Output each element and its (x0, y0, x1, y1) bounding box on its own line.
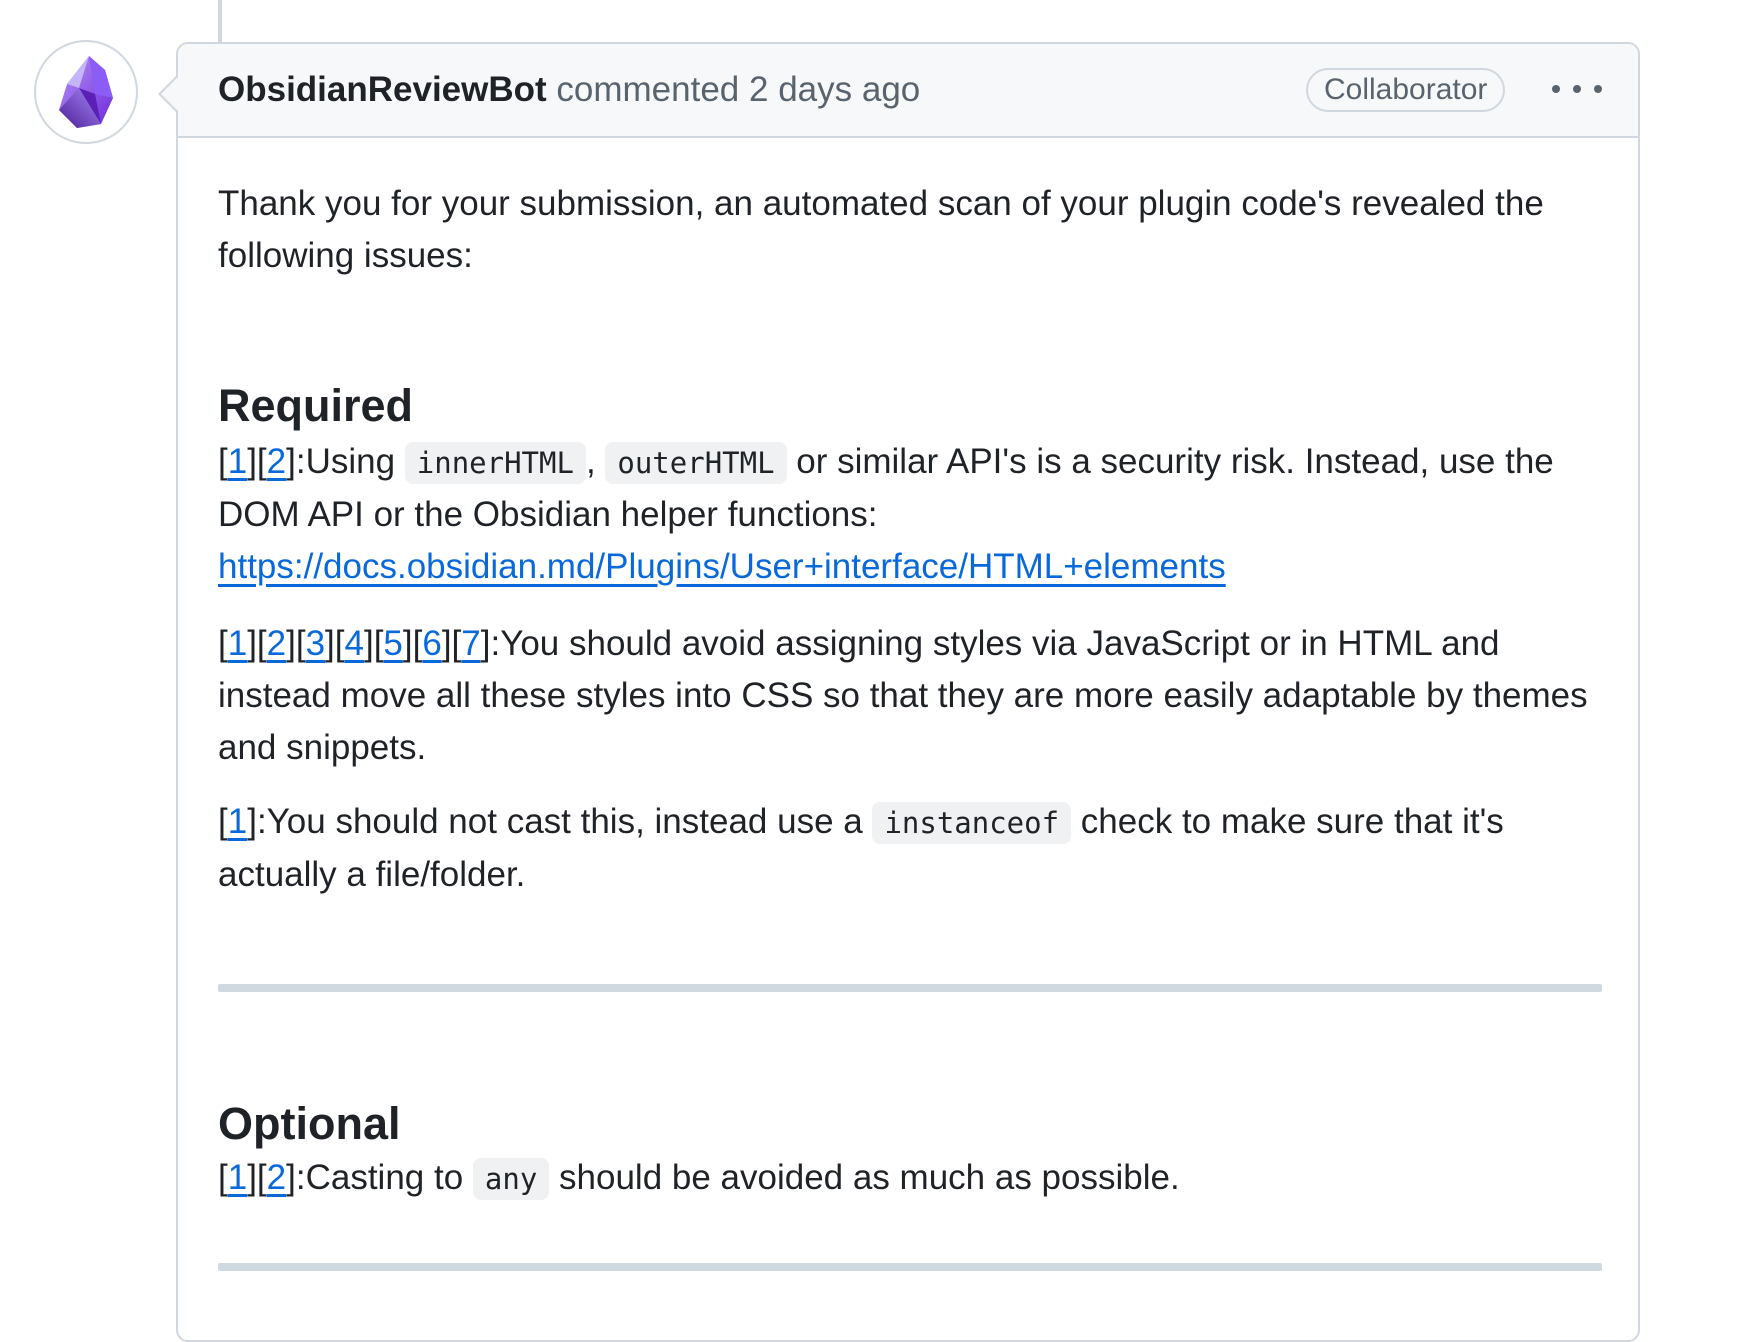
optional-heading: Optional (218, 1098, 401, 1149)
required-heading: Required (218, 380, 414, 431)
inline-code: any (472, 1158, 550, 1200)
avatar[interactable] (34, 40, 138, 144)
optional-item-1: [1][2]:Casting to any should be avoided … (218, 1152, 1602, 1205)
kebab-menu-icon[interactable] (1552, 74, 1602, 104)
ref-link[interactable]: 1 (228, 802, 247, 841)
ref-link[interactable]: 4 (345, 624, 364, 663)
inline-code: outerHTML (605, 442, 787, 484)
intro-text: Thank you for your submission, an automa… (218, 184, 1544, 275)
docs-link[interactable]: https://docs.obsidian.md/Plugins/User+in… (218, 547, 1226, 586)
required-item-2: [1][2][3][4][5][6][7]:You should avoid a… (218, 624, 1588, 767)
inline-code: instanceof (872, 802, 1072, 844)
comment-header: ObsidianReviewBot commented 2 days ago C… (178, 44, 1638, 138)
required-item-1: [1][2]:Using innerHTML, outerHTML or sim… (218, 442, 1554, 586)
ref-link[interactable]: 1 (228, 442, 247, 481)
comment-timestamp[interactable]: 2 days ago (749, 70, 920, 109)
ref-link[interactable]: 2 (267, 442, 286, 481)
ref-link[interactable]: 5 (383, 624, 402, 663)
comment-action: commented (556, 70, 740, 109)
ref-link[interactable]: 2 (267, 1158, 286, 1197)
divider (218, 1263, 1602, 1271)
comment-box: ObsidianReviewBot commented 2 days ago C… (158, 42, 1640, 1342)
ref-link[interactable]: 6 (422, 624, 441, 663)
ref-link[interactable]: 1 (228, 624, 247, 663)
author-link[interactable]: ObsidianReviewBot (218, 70, 547, 109)
required-item-3: [1]:You should not cast this, instead us… (218, 802, 1504, 894)
obsidian-logo-icon (59, 56, 113, 128)
divider (218, 984, 1602, 992)
ref-link[interactable]: 2 (267, 624, 286, 663)
role-badge: Collaborator (1306, 68, 1506, 112)
ref-link[interactable]: 1 (228, 1158, 247, 1197)
timeline-connector (218, 0, 222, 46)
ref-link[interactable]: 7 (461, 624, 480, 663)
inline-code: innerHTML (404, 442, 586, 484)
ref-link[interactable]: 3 (306, 624, 325, 663)
